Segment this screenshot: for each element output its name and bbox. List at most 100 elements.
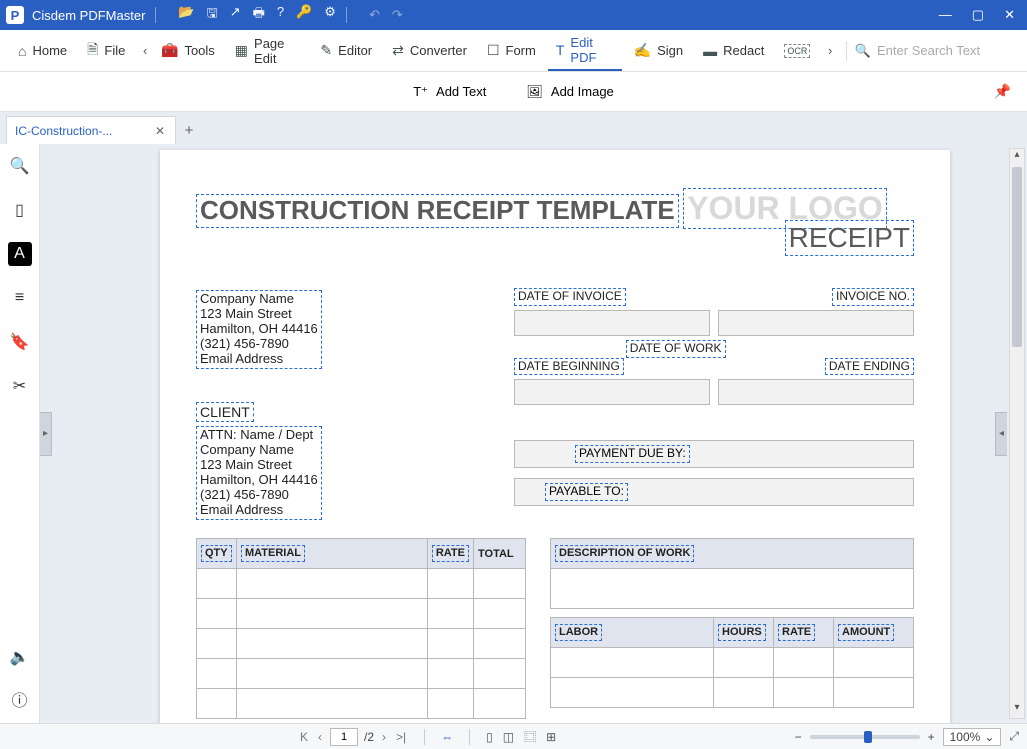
sidebar-outline-icon[interactable]: ≡ [8,286,32,310]
home-tool[interactable]: ⌂Home [10,39,75,63]
file-tool[interactable]: 🗎File [79,35,133,67]
right-panel-handle[interactable]: ◂ [995,412,1007,456]
th-hours[interactable]: HOURS [718,624,766,641]
tab-close-icon[interactable]: ✕ [153,124,167,138]
label-date-begin[interactable]: DATE BEGINNING [514,358,624,376]
tab-ic-construction[interactable]: IC-Construction-... ✕ [6,116,176,144]
tools-tool[interactable]: 🧰Tools [153,38,223,63]
field-invoice-no[interactable] [718,310,914,336]
undo-icon[interactable]: ↶ [369,7,380,23]
sidebar-snip-icon[interactable]: ✂ [8,374,32,398]
grid-icon[interactable]: ⊞ [546,730,556,744]
page-edit-tool[interactable]: ▦Page Edit [227,32,309,70]
zoom-slider[interactable] [810,735,920,739]
save-icon[interactable]: 🖫 [207,4,218,26]
field-payment-due[interactable]: PAYMENT DUE BY: [514,440,914,468]
th-total[interactable]: TOTAL [478,548,514,560]
client-header[interactable]: CLIENT [196,402,254,422]
scroll-down-icon[interactable]: ▾ [1010,702,1024,718]
field-date-invoice[interactable] [514,310,710,336]
field-date-begin[interactable] [514,379,710,405]
redo-icon[interactable]: ↷ [392,7,403,23]
converter-tool[interactable]: ⇄Converter [384,38,475,63]
single-page-icon[interactable]: ▯ [486,730,493,744]
help-icon[interactable]: ? [277,4,284,26]
table-row[interactable] [551,648,914,678]
table-row[interactable] [197,659,526,689]
company-block[interactable]: Company Name 123 Main Street Hamilton, O… [196,290,322,369]
continuous-icon[interactable]: ⿴ [524,728,536,745]
th-qty[interactable]: QTY [201,545,232,562]
doc-receipt-label[interactable]: RECEIPT [785,220,914,256]
th-material[interactable]: MATERIAL [241,545,305,562]
labor-table[interactable]: LABOR HOURS RATE AMOUNT [550,617,914,708]
label-date-invoice[interactable]: DATE OF INVOICE [514,288,626,306]
sidebar-text-icon[interactable]: A [8,242,32,266]
label-invoice-no[interactable]: INVOICE NO. [832,288,914,306]
table-row[interactable] [197,599,526,629]
add-text-button[interactable]: T⁺Add Text [413,84,486,100]
scroll-up-icon[interactable]: ▴ [1010,149,1024,165]
toolbar-next[interactable]: › [822,43,838,58]
first-page-button[interactable]: K [298,730,310,744]
sign-tool[interactable]: ✍Sign [626,38,691,63]
next-page-button[interactable]: › [380,730,388,744]
prev-page-button[interactable]: ‹ [316,730,324,744]
settings-icon[interactable]: ⚙ [324,4,336,26]
th-amount[interactable]: AMOUNT [838,624,894,641]
vertical-scrollbar[interactable]: ▴ ▾ [1009,148,1025,719]
zoom-value[interactable]: 100%⌄ [943,728,1002,746]
share-icon[interactable]: ↗ [230,4,241,26]
toolbar-prev[interactable]: ‹ [137,43,153,58]
edit-pdf-tool[interactable]: TEdit PDF [548,31,622,71]
field-payable-to[interactable]: PAYABLE TO: [514,478,914,506]
open-icon[interactable]: 📂 [178,4,194,26]
fullscreen-icon[interactable]: ⤢ [1009,729,1019,744]
client-block[interactable]: ATTN: Name / Dept Company Name 123 Main … [196,426,322,520]
ocr-tool[interactable]: OCR [776,40,818,62]
last-page-button[interactable]: >| [394,730,408,744]
sidebar-thumbnails-icon[interactable]: ▯ [8,198,32,222]
field-date-end[interactable] [718,379,914,405]
label-date-end[interactable]: DATE ENDING [825,358,914,376]
pin-icon[interactable]: 📌 [994,83,1011,100]
new-tab-button[interactable]: + [176,116,202,144]
label-payment-due[interactable]: PAYMENT DUE BY: [575,445,690,463]
maximize-button[interactable]: ▢ [972,7,984,23]
add-image-button[interactable]: 🖼Add Image [526,84,613,100]
description-table[interactable]: DESCRIPTION OF WORK [550,538,914,609]
table-row[interactable] [197,689,526,719]
zoom-knob[interactable] [864,731,872,743]
th-labor[interactable]: LABOR [555,624,602,641]
label-date-work[interactable]: DATE OF WORK [626,340,726,358]
search-box[interactable]: 🔍 [855,43,1017,59]
close-button[interactable]: ✕ [1004,7,1015,23]
zoom-out-button[interactable]: − [795,730,802,744]
table-row[interactable] [197,569,526,599]
minimize-button[interactable]: — [939,7,952,23]
editor-tool[interactable]: ✎Editor [312,38,380,63]
page-input[interactable] [330,728,358,746]
table-row[interactable] [551,678,914,708]
sidebar-sound-icon[interactable]: 🔈 [8,645,32,669]
materials-table[interactable]: QTY MATERIAL RATE TOTAL [196,538,526,719]
pdf-page[interactable]: CONSTRUCTION RECEIPT TEMPLATE YOUR LOGO … [160,150,950,723]
sidebar-bookmark-icon[interactable]: 🔖 [8,330,32,354]
left-panel-handle[interactable]: ▸ [40,412,52,456]
sidebar-search-icon[interactable]: 🔍 [8,154,32,178]
sidebar-info-icon[interactable]: ⓘ [8,687,32,711]
zoom-in-button[interactable]: + [928,730,935,744]
th-rate[interactable]: RATE [432,545,469,562]
table-row[interactable] [551,569,914,609]
two-page-icon[interactable]: ◫ [503,730,514,744]
document-canvas[interactable]: ▸ ◂ ▴ ▾ CONSTRUCTION RECEIPT TEMPLATE YO… [40,144,1027,723]
doc-title[interactable]: CONSTRUCTION RECEIPT TEMPLATE [196,194,679,228]
fit-width-icon[interactable]: ⇔ [441,730,453,744]
redact-tool[interactable]: ▬Redact [695,39,772,63]
form-tool[interactable]: ☐Form [479,38,544,63]
table-row[interactable] [197,629,526,659]
th-description[interactable]: DESCRIPTION OF WORK [555,545,694,562]
key-icon[interactable]: 🔑 [296,4,312,26]
label-payable-to[interactable]: PAYABLE TO: [545,483,628,501]
th-rate2[interactable]: RATE [778,624,815,641]
